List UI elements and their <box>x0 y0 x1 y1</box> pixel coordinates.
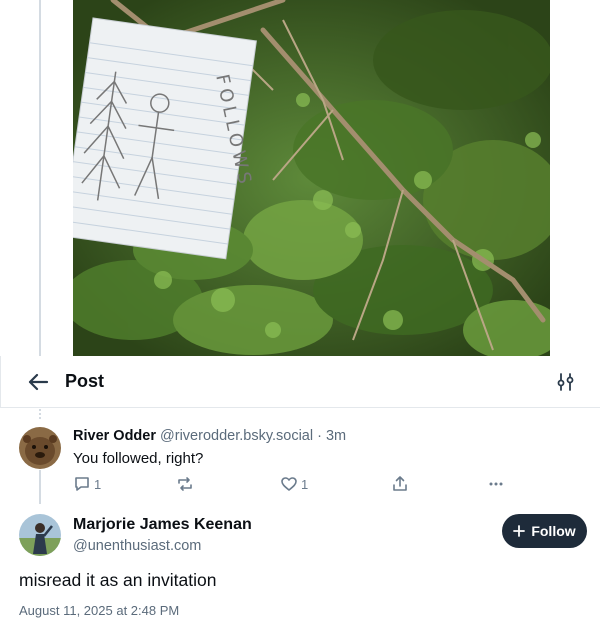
share-button[interactable] <box>391 475 409 493</box>
post-header: Post <box>0 356 600 408</box>
author-name[interactable]: Marjorie James Keenan <box>73 516 252 534</box>
otter-avatar-icon <box>19 427 61 469</box>
embedded-photo-container: FOLLOWS <box>0 0 600 356</box>
like-count: 1 <box>301 476 309 492</box>
follow-label: Follow <box>531 523 576 539</box>
sliders-icon <box>557 373 574 391</box>
repost-icon <box>178 477 192 491</box>
comment-icon <box>75 477 89 491</box>
reply-actions: 1 1 <box>73 475 513 495</box>
follow-button[interactable]: Follow <box>502 514 587 548</box>
more-options-button[interactable] <box>487 475 505 493</box>
reply-count: 1 <box>94 476 102 492</box>
forest-photo[interactable]: FOLLOWS <box>73 0 550 356</box>
reply-text: You followed, right? <box>73 450 204 467</box>
repost-button[interactable] <box>176 475 194 493</box>
heart-icon <box>281 477 297 491</box>
back-button[interactable] <box>25 370 51 394</box>
thread-line <box>39 0 41 356</box>
post-text: misread it as an invitation <box>19 570 217 590</box>
focused-post: Marjorie James Keenan @unenthusiast.com … <box>0 504 600 628</box>
post-timestamp: August 11, 2025 at 2:48 PM <box>19 603 180 618</box>
thread-line <box>39 470 41 504</box>
thread-line-dotted <box>39 408 41 421</box>
share-icon <box>393 476 407 491</box>
like-button[interactable]: 1 <box>280 475 308 493</box>
avatar[interactable] <box>19 427 61 469</box>
parent-reply[interactable]: River Odder @riverodder.bsky.social · 3m… <box>0 408 600 504</box>
reply-author-line: River Odder @riverodder.bsky.social · 3m <box>73 428 346 444</box>
author-handle[interactable]: @riverodder.bsky.social <box>160 428 313 444</box>
plus-icon <box>513 525 526 537</box>
author-name[interactable]: River Odder <box>73 428 156 444</box>
reply-button[interactable]: 1 <box>73 475 101 493</box>
ellipsis-icon <box>489 482 503 486</box>
forest-photo-image: FOLLOWS <box>73 0 550 356</box>
avatar[interactable] <box>19 514 61 556</box>
arrow-left-icon <box>28 373 49 391</box>
thread-options-button[interactable] <box>554 370 578 394</box>
page-title: Post <box>65 371 105 391</box>
post-time: · 3m <box>317 428 347 444</box>
person-avatar-icon <box>19 514 61 556</box>
author-handle[interactable]: @unenthusiast.com <box>73 538 201 554</box>
